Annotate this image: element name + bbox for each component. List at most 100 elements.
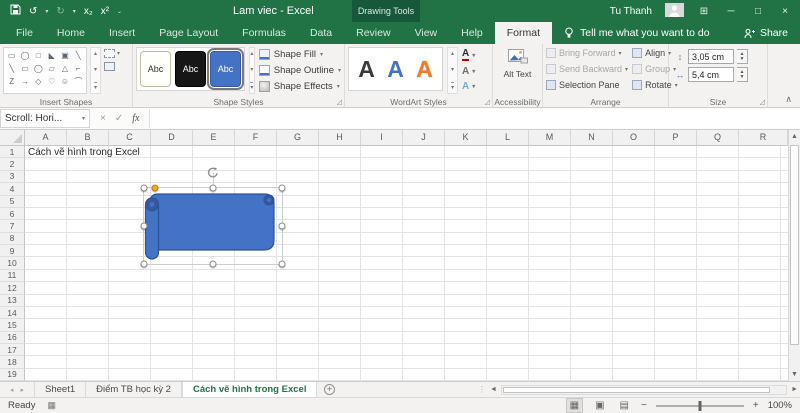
grid-row-2[interactable] — [25, 158, 788, 171]
row-header-3[interactable]: 3 — [0, 170, 25, 184]
button-text-fill[interactable]: A ▾ — [462, 49, 475, 61]
zoom-in-icon[interactable]: + — [753, 400, 759, 411]
share-button[interactable]: Share — [744, 22, 800, 44]
grid-row-5[interactable] — [25, 196, 788, 208]
shape-style-blue-selected[interactable]: Abc — [207, 48, 244, 90]
resize-handle-bottom-right[interactable] — [278, 260, 286, 268]
gallery-up-icon[interactable]: ▴ — [94, 50, 97, 57]
resize-handle-bottom-left[interactable] — [140, 260, 148, 268]
column-header-l[interactable]: L — [487, 130, 529, 146]
page-break-view-icon[interactable]: ▤ — [617, 399, 632, 412]
shape-gallery-icon-12[interactable]: ⌐ — [76, 64, 81, 73]
grid-row-17[interactable] — [25, 344, 788, 357]
scroll-down-icon[interactable]: ▼ — [789, 371, 800, 378]
cell-a1-text[interactable]: Cách vẽ hình trong Excel — [28, 147, 140, 158]
button-shape-effects[interactable]: Shape Effects ▾ — [258, 81, 341, 92]
undo-dropdown-caret-icon[interactable]: ▾ — [45, 8, 48, 15]
shape-gallery-icon-8[interactable]: ▭ — [21, 64, 29, 73]
gallery-down-icon[interactable]: ▾ — [451, 66, 454, 73]
shape-gallery-icon-15[interactable]: ◇ — [35, 77, 41, 86]
row-header-12[interactable]: 12 — [0, 282, 25, 295]
tab-insert[interactable]: Insert — [97, 22, 147, 44]
gallery-more-icon[interactable]: ▾ — [450, 82, 454, 91]
tab-format-active[interactable]: Format — [494, 22, 553, 44]
grid-row-10[interactable] — [25, 257, 788, 270]
width-spinner[interactable]: ▲ ▼ — [737, 67, 748, 82]
gallery-up-icon[interactable]: ▴ — [451, 50, 454, 57]
shape-gallery-icon-6[interactable]: ╲ — [76, 51, 81, 60]
edit-shape-button[interactable]: ▾ — [104, 49, 120, 58]
shape-gallery-icon-16[interactable]: ♡ — [48, 77, 55, 86]
shape-gallery-icon-7[interactable]: ╲ — [9, 64, 14, 73]
rotate-handle-icon[interactable] — [207, 166, 220, 184]
shape-gallery-icon-13[interactable]: Z — [9, 77, 14, 86]
shape-gallery-icon-3[interactable]: □ — [36, 51, 41, 60]
grid-row-18[interactable] — [25, 356, 788, 369]
grid-row-8[interactable] — [25, 233, 788, 245]
normal-view-icon[interactable]: ▦ — [565, 398, 584, 413]
row-header-2[interactable]: 2 — [0, 158, 25, 171]
save-icon[interactable] — [10, 4, 21, 18]
button-selection-pane[interactable]: Selection Pane — [546, 80, 628, 90]
column-header-a[interactable]: A — [25, 130, 67, 146]
column-header-o[interactable]: O — [613, 130, 655, 146]
column-header-g[interactable]: G — [277, 130, 319, 146]
column-header-k[interactable]: K — [445, 130, 487, 146]
vertical-scroll-thumb[interactable] — [790, 145, 799, 345]
zoom-slider[interactable] — [655, 400, 744, 411]
column-header-e[interactable]: E — [193, 130, 235, 146]
resize-handle-right[interactable] — [278, 222, 286, 230]
row-header-18[interactable]: 18 — [0, 356, 25, 369]
button-text-effects[interactable]: A ▾ — [462, 81, 475, 92]
row-header-13[interactable]: 13 — [0, 294, 25, 307]
row-header-10[interactable]: 10 — [0, 257, 25, 270]
customize-qat-icon[interactable]: ⌄ — [117, 8, 122, 15]
height-spinner[interactable]: ▲ ▼ — [737, 49, 748, 64]
sheet-tab-cach-ve-hinh-trong-excel[interactable]: Cách vẽ hình trong Excel — [181, 382, 318, 397]
zoom-level[interactable]: 100% — [768, 400, 792, 411]
grid-row-4[interactable] — [25, 183, 788, 196]
horizontal-scroll-track[interactable] — [500, 384, 788, 395]
gallery-more-icon[interactable]: ▾ — [93, 82, 97, 91]
column-header-q[interactable]: Q — [697, 130, 739, 146]
column-header-m[interactable]: M — [529, 130, 571, 146]
redo-icon[interactable]: ↻ — [56, 6, 64, 17]
sheet-next-icon[interactable]: ▸ — [21, 386, 25, 394]
grid-row-12[interactable] — [25, 282, 788, 295]
shape-gallery-icon-1[interactable]: ▭ — [8, 51, 16, 60]
button-shape-fill[interactable]: Shape Fill ▾ — [258, 49, 341, 60]
tab-review[interactable]: Review — [344, 22, 402, 44]
resize-handle-top[interactable] — [209, 184, 217, 192]
dialog-launcher-icon[interactable]: ◿ — [485, 99, 490, 106]
grid-row-6[interactable] — [25, 208, 788, 221]
grid-row-13[interactable] — [25, 295, 788, 307]
tab-formulas[interactable]: Formulas — [230, 22, 298, 44]
tab-home[interactable]: Home — [45, 22, 97, 44]
column-header-b[interactable]: B — [67, 130, 109, 146]
column-header-p[interactable]: P — [655, 130, 697, 146]
row-header-4[interactable]: 4 — [0, 183, 25, 196]
name-box-caret-icon[interactable]: ▾ — [82, 115, 85, 122]
shape-adjust-handle[interactable] — [151, 184, 159, 192]
button-shape-outline[interactable]: Shape Outline ▾ — [258, 65, 341, 76]
row-header-11[interactable]: 11 — [0, 269, 25, 283]
cells-area[interactable]: Cách vẽ hình trong Excel — [25, 146, 788, 382]
scroll-left-icon[interactable]: ◄ — [490, 386, 497, 393]
subscript-button[interactable]: x₂ — [84, 6, 93, 17]
shape-gallery-icon-18[interactable]: ⌒ — [74, 76, 82, 87]
gallery-down-icon[interactable]: ▾ — [250, 66, 253, 73]
shape-gallery-icon-4[interactable]: ◣ — [49, 51, 55, 60]
shape-gallery-icon-2[interactable]: ◯ — [21, 51, 30, 60]
column-header-h[interactable]: H — [319, 130, 361, 146]
wordart-style-orange[interactable]: A — [411, 57, 438, 81]
gallery-down-icon[interactable]: ▾ — [94, 66, 97, 73]
sheet-tab-sheet1[interactable]: Sheet1 — [35, 382, 87, 397]
zoom-out-icon[interactable]: − — [641, 400, 647, 411]
sheet-prev-icon[interactable]: ◂ — [10, 386, 14, 394]
shape-gallery-icon-17[interactable]: ☺ — [61, 77, 69, 86]
macro-record-icon[interactable]: ▦ — [47, 400, 56, 411]
column-header-r[interactable]: R — [739, 130, 788, 146]
dialog-launcher-icon[interactable]: ◿ — [337, 99, 342, 106]
shape-gallery-icon-5[interactable]: ▣ — [61, 51, 69, 60]
tab-page-layout[interactable]: Page Layout — [147, 22, 230, 44]
